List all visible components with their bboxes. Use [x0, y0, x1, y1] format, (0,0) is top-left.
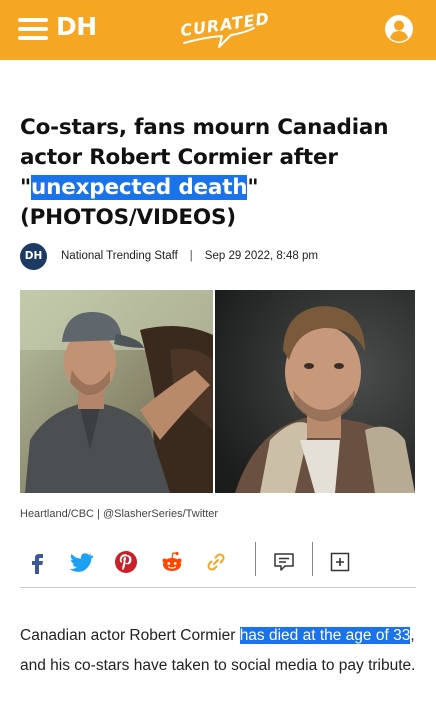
headline-highlighted-text: unexpected death: [31, 175, 248, 200]
author-name[interactable]: National Trending Staff: [61, 250, 178, 262]
share-toolbar: [20, 540, 416, 588]
facebook-icon[interactable]: [26, 550, 50, 574]
article-photo-left: [20, 290, 213, 493]
body-highlighted-text: has died at the age of 33: [239, 627, 411, 644]
article-headline: Co-stars, fans mourn Canadian actor Robe…: [20, 113, 420, 233]
share-divider: [255, 542, 256, 576]
byline-separator: |: [189, 250, 193, 262]
author-avatar: DH: [20, 242, 47, 270]
pinterest-icon[interactable]: [114, 550, 138, 574]
link-icon[interactable]: [204, 550, 228, 574]
comment-icon[interactable]: [272, 550, 296, 574]
reddit-icon[interactable]: [160, 550, 184, 574]
photo-credit: Heartland/CBC | @SlasherSeries/Twitter: [20, 508, 219, 520]
publish-date: Sep 29 2022, 8:48 pm: [204, 250, 318, 262]
brand-logo[interactable]: DH: [56, 12, 97, 41]
share-divider: [312, 542, 313, 576]
article-photo-right: [215, 290, 415, 493]
actor-portrait-photo: [215, 290, 415, 493]
article-byline: DH National Trending Staff | Sep 29 2022…: [20, 242, 318, 270]
actor-with-horse-photo: [20, 290, 213, 493]
top-header-bar: DH CURATED: [0, 0, 436, 60]
add-icon[interactable]: [328, 550, 352, 574]
twitter-icon[interactable]: [69, 550, 93, 574]
hamburger-menu-icon[interactable]: [18, 17, 48, 41]
body-text-start: Canadian actor Robert Cormier: [20, 627, 240, 644]
user-profile-icon[interactable]: [384, 14, 414, 44]
article-body-paragraph: Canadian actor Robert Cormier has died a…: [20, 621, 420, 681]
curated-underline-icon: [183, 27, 255, 48]
curated-logo[interactable]: CURATED: [178, 6, 271, 52]
